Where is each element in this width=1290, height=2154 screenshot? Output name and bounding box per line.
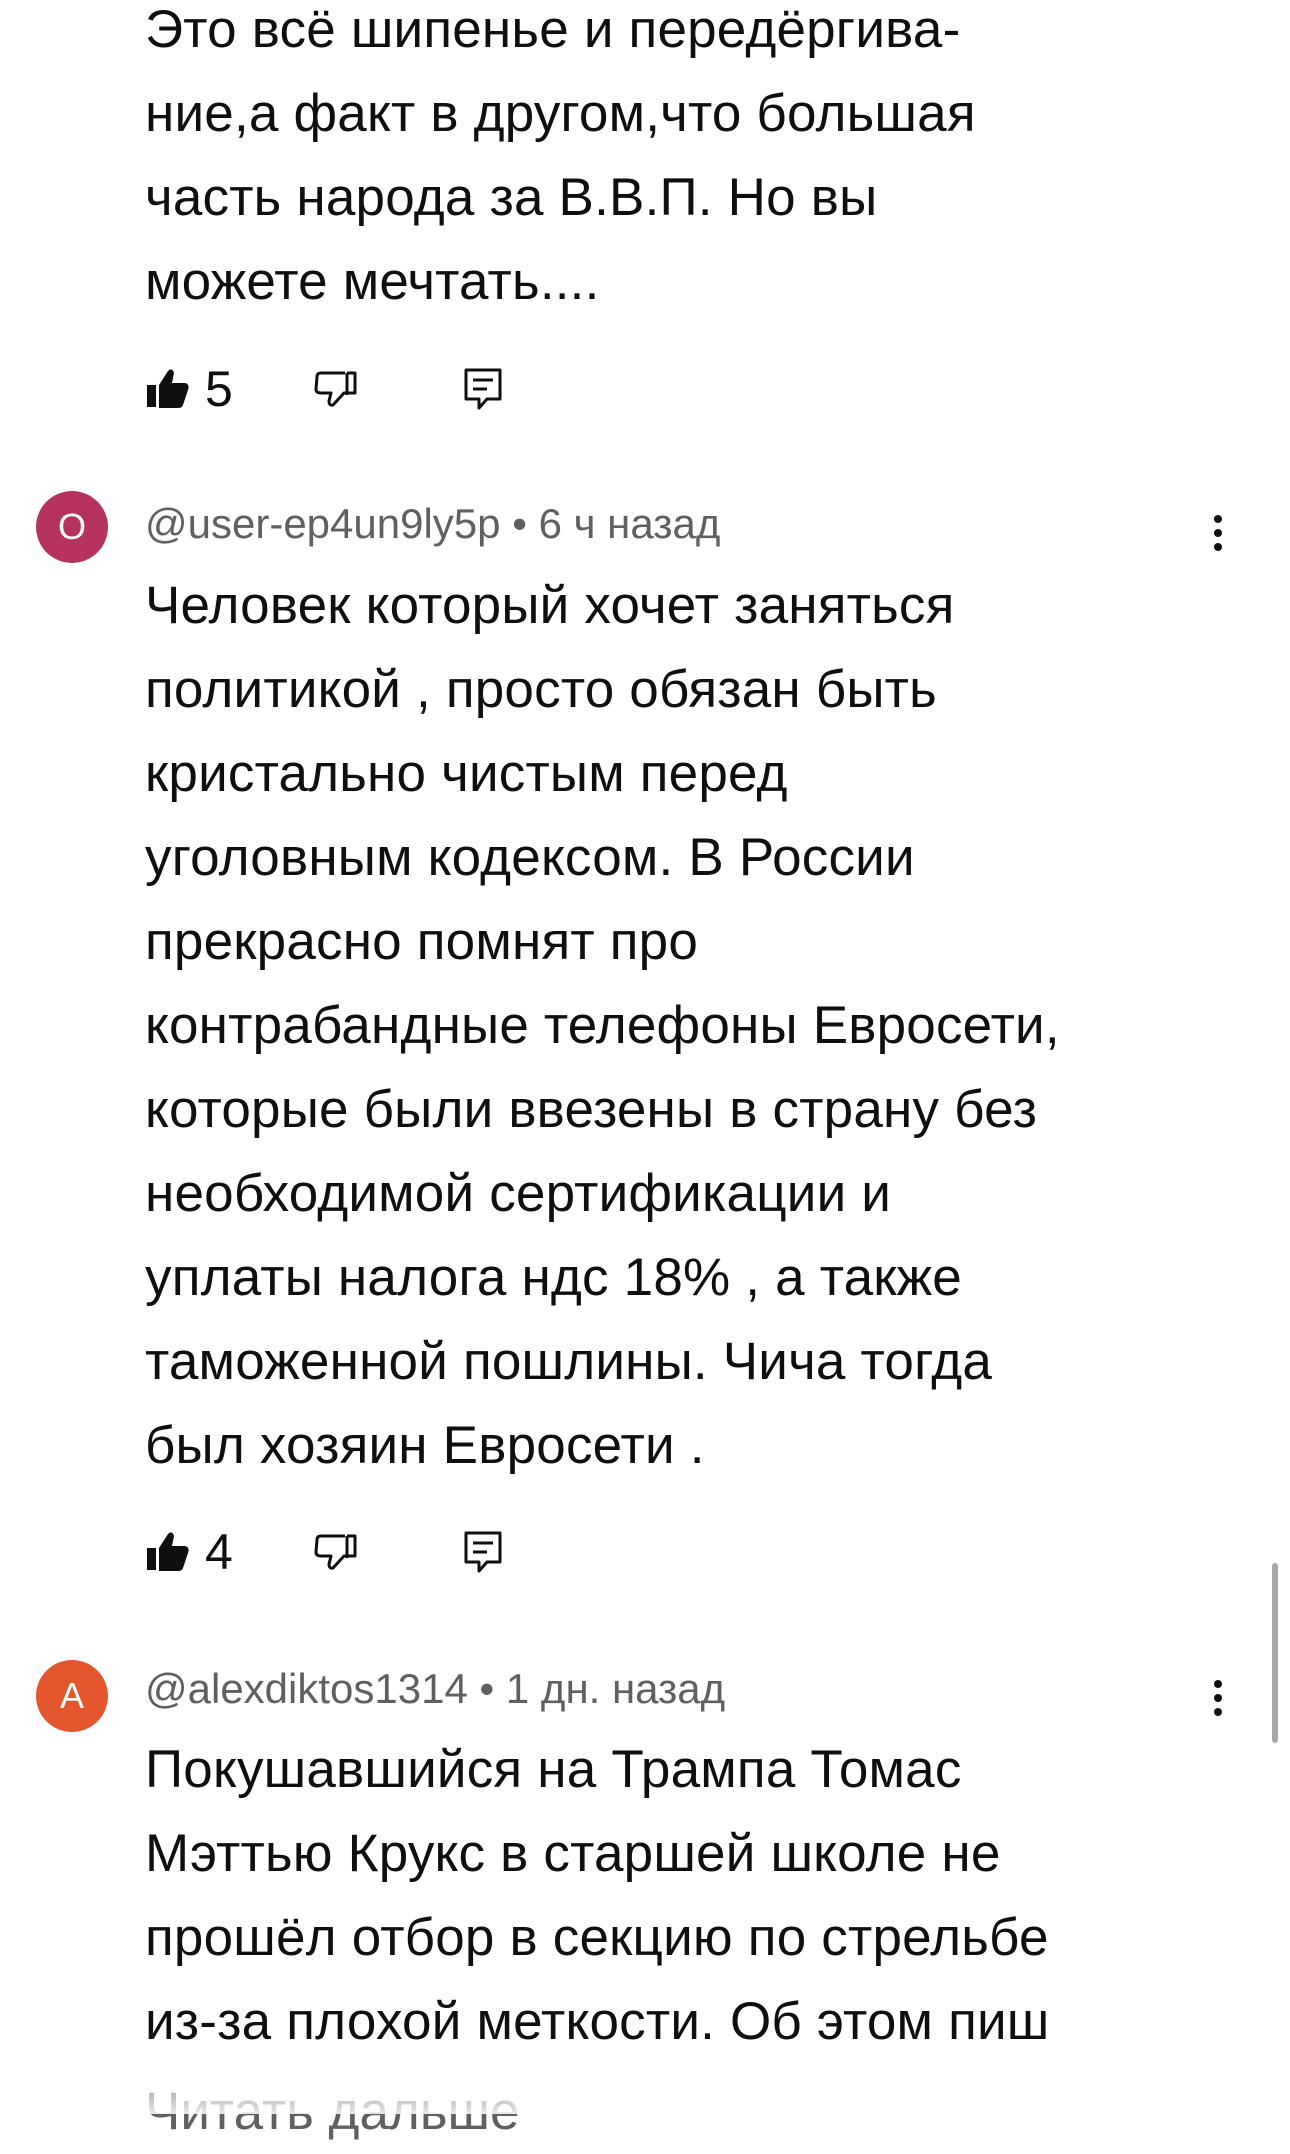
meta-separator: • [512,500,527,547]
thumbs-down-outline-icon [314,371,357,407]
thumbs-down-outline-icon [314,1534,357,1570]
comment-2-time[interactable]: 6 ч назад [539,500,721,547]
thumbs-up-filled-icon [147,1532,189,1571]
comment-3-author[interactable]: @alexdiktos1314 [145,1665,468,1712]
comment-2-meta: @user-ep4un9ly5p • 6 ч назад [145,496,720,552]
comment-2-text: Человек который хочет заняться политикой… [145,576,1060,1475]
scrollbar-thumb[interactable] [1272,1563,1278,1743]
comment-2-avatar[interactable]: О [36,491,108,563]
comment-1-actions: 5 [145,359,565,419]
more-vert-icon [1214,515,1222,551]
comment-3-avatar[interactable]: А [36,1660,108,1732]
comment-1-text: Это всё шипенье и передёргива- ние,а фак… [145,0,976,311]
comment-2-menu-button[interactable] [1198,503,1238,563]
thumbs-up-filled-icon [147,369,189,408]
comment-2-author[interactable]: @user-ep4un9ly5p [145,500,501,547]
comment-1-like-button[interactable] [145,359,191,419]
comment-3-menu-button[interactable] [1198,1668,1238,1728]
comment-1-reply-button[interactable] [461,359,507,419]
comment-2-dislike-button[interactable] [313,1522,359,1582]
comment-1-dislike-button[interactable] [313,359,359,419]
comment-2-like-button[interactable] [145,1522,191,1582]
comment-3-avatar-letter: А [59,1675,84,1716]
comment-2-actions: 4 [145,1522,565,1582]
more-vert-icon [1214,1680,1222,1716]
comment-3-meta: @alexdiktos1314 • 1 дн. назад [145,1661,725,1717]
comment-3-text: Покушавшийся на Трампа Томас Мэттью Крук… [145,1740,1050,2051]
reply-comment-icon [464,368,502,410]
comment-3-time[interactable]: 1 дн. назад [506,1665,725,1712]
comment-2-avatar-letter: О [57,506,86,547]
comment-2-reply-button[interactable] [461,1522,507,1582]
meta-separator: • [479,1665,495,1712]
comment-2-like-count: 4 [205,1524,233,1580]
read-more-link[interactable]: Читать дальше [145,2070,519,2154]
comment-1-like-count: 5 [205,361,233,417]
reply-comment-icon [464,1531,502,1573]
